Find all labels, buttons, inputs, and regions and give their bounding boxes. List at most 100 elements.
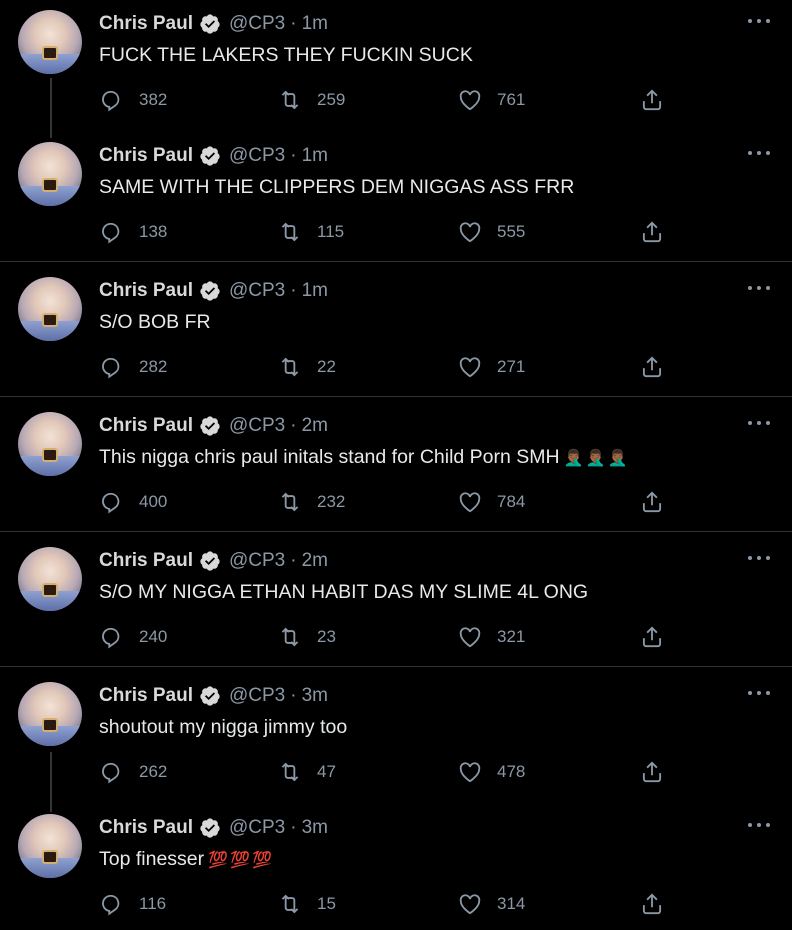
retweet-count: 232 (317, 492, 346, 511)
retweet-button[interactable]: 47 (277, 758, 336, 786)
avatar[interactable] (18, 682, 82, 746)
tweet-text: This nigga chris paul initals stand for … (99, 446, 629, 469)
more-options-icon[interactable] (748, 146, 770, 160)
author-name[interactable]: Chris Paul (99, 145, 193, 167)
more-options-icon[interactable] (748, 551, 770, 565)
more-options-icon[interactable] (748, 416, 770, 430)
author-name[interactable]: Chris Paul (99, 13, 193, 35)
tweet-timestamp[interactable]: 1m (302, 13, 328, 35)
share-button[interactable] (639, 488, 665, 516)
share-button[interactable] (639, 353, 665, 381)
author-name[interactable]: Chris Paul (99, 817, 193, 839)
reply-button[interactable]: 282 (99, 353, 167, 381)
retweet-icon (281, 894, 299, 914)
retweet-button[interactable]: 259 (277, 86, 345, 114)
retweet-button[interactable]: 22 (277, 353, 336, 381)
more-options-icon[interactable] (748, 686, 770, 700)
retweet-count: 259 (317, 90, 346, 109)
share-icon (642, 491, 662, 513)
verified-badge-icon (200, 818, 220, 838)
tweet[interactable]: Chris Paul @CP3 · 3m shoutout my nigga j… (0, 672, 792, 802)
share-button[interactable] (639, 86, 665, 114)
share-button[interactable] (639, 218, 665, 246)
more-options-icon[interactable] (748, 818, 770, 832)
tweet-timestamp[interactable]: 2m (302, 415, 328, 437)
like-button[interactable]: 271 (457, 353, 525, 381)
heart-icon (459, 357, 481, 378)
avatar[interactable] (18, 814, 82, 878)
author-handle[interactable]: @CP3 (229, 817, 285, 839)
share-icon (642, 221, 662, 243)
heart-icon (459, 90, 481, 111)
tweet-text: FUCK THE LAKERS THEY FUCKIN SUCK (99, 44, 477, 67)
reply-icon (102, 492, 120, 514)
reply-count: 240 (139, 627, 168, 646)
reply-button[interactable]: 400 (99, 488, 167, 516)
author-name[interactable]: Chris Paul (99, 415, 193, 437)
tweet-feed: Chris Paul @CP3 · 1m FUCK THE LAKERS THE… (0, 0, 792, 930)
avatar[interactable] (18, 277, 82, 341)
avatar[interactable] (18, 10, 82, 74)
tweet-body: S/O BOB FR (99, 311, 211, 333)
share-icon (642, 626, 662, 648)
more-options-icon[interactable] (748, 281, 770, 295)
tweet-actions: 382 259 761 (99, 86, 669, 114)
retweet-button[interactable]: 232 (277, 488, 345, 516)
reply-button[interactable]: 262 (99, 758, 167, 786)
share-button[interactable] (639, 890, 665, 918)
author-handle[interactable]: @CP3 (229, 280, 285, 302)
author-name[interactable]: Chris Paul (99, 550, 193, 572)
author-handle[interactable]: @CP3 (229, 550, 285, 572)
reply-button[interactable]: 382 (99, 86, 167, 114)
like-button[interactable]: 555 (457, 218, 525, 246)
tweet[interactable]: Chris Paul @CP3 · 1m SAME WITH THE CLIPP… (0, 132, 792, 262)
reply-count: 138 (139, 222, 168, 241)
separator-dot: · (290, 817, 297, 838)
share-button[interactable] (639, 758, 665, 786)
reply-count: 400 (139, 492, 168, 511)
heart-icon (459, 894, 481, 915)
tweet[interactable]: Chris Paul @CP3 · 1m FUCK THE LAKERS THE… (0, 0, 792, 130)
retweet-button[interactable]: 115 (277, 218, 344, 246)
author-handle[interactable]: @CP3 (229, 145, 285, 167)
retweet-button[interactable]: 15 (277, 890, 336, 918)
like-button[interactable]: 478 (457, 758, 525, 786)
tweet-header: Chris Paul @CP3 · 2m (99, 414, 328, 438)
tweet-timestamp[interactable]: 3m (302, 685, 328, 707)
like-count: 314 (497, 894, 526, 913)
reply-button[interactable]: 138 (99, 218, 167, 246)
tweet[interactable]: Chris Paul @CP3 · 1m S/O BOB FR 282 22 2… (0, 267, 792, 397)
retweet-icon (281, 357, 299, 377)
author-name[interactable]: Chris Paul (99, 280, 193, 302)
more-options-icon[interactable] (748, 14, 770, 28)
share-icon (642, 893, 662, 915)
author-handle[interactable]: @CP3 (229, 415, 285, 437)
tweet-body: shoutout my nigga jimmy too (99, 716, 348, 738)
retweet-icon (281, 627, 299, 647)
reply-button[interactable]: 240 (99, 623, 167, 651)
share-button[interactable] (639, 623, 665, 651)
author-handle[interactable]: @CP3 (229, 685, 285, 707)
avatar[interactable] (18, 142, 82, 206)
like-button[interactable]: 321 (457, 623, 525, 651)
tweet-text: SAME WITH THE CLIPPERS DEM NIGGAS ASS FR… (99, 176, 578, 199)
author-handle[interactable]: @CP3 (229, 13, 285, 35)
tweet-timestamp[interactable]: 2m (302, 550, 328, 572)
tweet-timestamp[interactable]: 1m (302, 145, 328, 167)
tweet[interactable]: Chris Paul @CP3 · 2m S/O MY NIGGA ETHAN … (0, 537, 792, 667)
avatar[interactable] (18, 412, 82, 476)
separator-dot: · (290, 145, 297, 166)
like-button[interactable]: 761 (457, 86, 525, 114)
tweet[interactable]: Chris Paul @CP3 · 2m This nigga chris pa… (0, 402, 792, 532)
tweet[interactable]: Chris Paul @CP3 · 3m Top finesser 💯💯💯 116… (0, 804, 792, 930)
verified-badge-icon (200, 14, 220, 34)
tweet-actions: 240 23 321 (99, 623, 669, 651)
author-name[interactable]: Chris Paul (99, 685, 193, 707)
retweet-button[interactable]: 23 (277, 623, 336, 651)
tweet-timestamp[interactable]: 1m (302, 280, 328, 302)
avatar[interactable] (18, 547, 82, 611)
reply-button[interactable]: 116 (99, 890, 166, 918)
like-button[interactable]: 784 (457, 488, 525, 516)
tweet-timestamp[interactable]: 3m (302, 817, 328, 839)
like-button[interactable]: 314 (457, 890, 525, 918)
